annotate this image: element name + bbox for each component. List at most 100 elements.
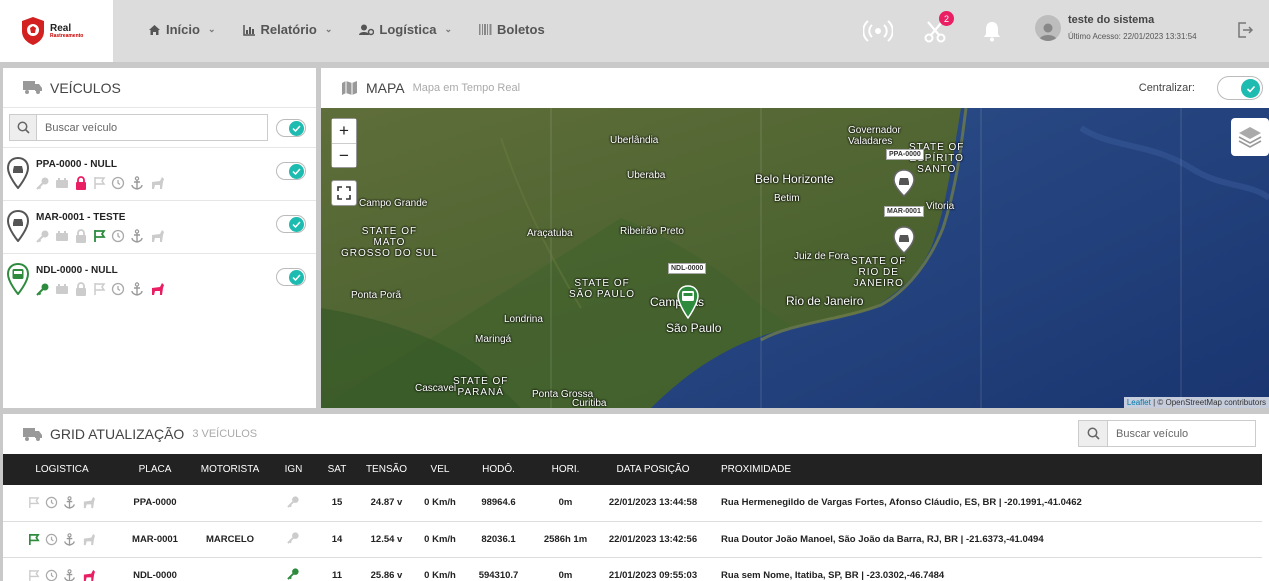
col-motorista[interactable]: MOTORISTA bbox=[189, 454, 271, 485]
nav-inicio[interactable]: Início ⌄ bbox=[148, 22, 216, 37]
col-proximidade[interactable]: PROXIMIDADE bbox=[707, 454, 1262, 485]
clock-history-icon bbox=[111, 176, 125, 190]
zoom-in-button[interactable]: + bbox=[332, 119, 356, 143]
sat-cell: 15 bbox=[316, 485, 358, 522]
main-nav: Início ⌄ Relatório ⌄ Logística ⌄ Boletos bbox=[148, 22, 572, 37]
battery-icon bbox=[56, 231, 68, 241]
select-all-toggle[interactable] bbox=[276, 118, 306, 137]
leaflet-link[interactable]: Leaflet bbox=[1127, 398, 1151, 407]
sat-cell: 14 bbox=[316, 521, 358, 558]
brand-logo[interactable]: Real Rastreamento bbox=[0, 0, 113, 62]
fullscreen-button[interactable] bbox=[331, 180, 357, 206]
vehicle-search-input[interactable] bbox=[37, 114, 268, 141]
nav-relatorio[interactable]: Relatório ⌄ bbox=[242, 22, 333, 37]
vehicle-name: MAR-0001 - TESTE bbox=[36, 212, 126, 223]
map-panel-title: MAPA bbox=[366, 80, 405, 96]
marker-tag: NDL-0000 bbox=[668, 263, 707, 274]
table-row[interactable]: MAR-0001 MARCELO 14 12.54 v 0 Km/h 82036… bbox=[3, 521, 1262, 558]
map-label: Ponta Porã bbox=[351, 290, 402, 301]
brand-tagline: Rastreamento bbox=[50, 32, 84, 39]
anchor-icon bbox=[64, 496, 75, 509]
map-label: Londrina bbox=[504, 314, 543, 325]
user-name: teste do sistema bbox=[1068, 14, 1155, 26]
car-marker-icon[interactable] bbox=[892, 226, 916, 254]
col-ign[interactable]: IGN bbox=[271, 454, 316, 485]
clock-history-icon bbox=[45, 497, 58, 509]
truck-icon bbox=[23, 427, 42, 441]
bus-marker-icon[interactable] bbox=[676, 285, 700, 319]
map-panel-subtitle: Mapa em Tempo Real bbox=[412, 82, 521, 94]
check-icon bbox=[292, 168, 301, 176]
search-button[interactable] bbox=[1078, 420, 1108, 447]
top-navbar: Real Rastreamento Início ⌄ Relatório ⌄ L… bbox=[0, 0, 1269, 62]
chart-icon bbox=[242, 24, 255, 36]
proximidade-cell: Rua Doutor João Manoel, São João da Barr… bbox=[707, 521, 1262, 558]
notification-badge: 2 bbox=[939, 11, 954, 26]
nav-logistica[interactable]: Logística ⌄ bbox=[359, 22, 452, 37]
vehicles-panel: VEÍCULOS PPA-0000 - NULL bbox=[3, 68, 316, 408]
horse-icon bbox=[152, 177, 164, 189]
search-button[interactable] bbox=[9, 114, 37, 141]
vehicle-search-row bbox=[3, 108, 316, 148]
vehicle-list-item[interactable]: PPA-0000 - NULL bbox=[3, 148, 316, 201]
map-label: Juiz de Fora bbox=[794, 251, 850, 262]
satellite-map[interactable]: Uberlândia Uberaba Governador Valadares … bbox=[321, 108, 1269, 408]
logistica-cell bbox=[3, 521, 121, 558]
lion-shield-icon bbox=[22, 17, 44, 45]
col-sat[interactable]: SAT bbox=[316, 454, 358, 485]
vehicle-visibility-toggle[interactable] bbox=[276, 268, 306, 286]
grid-search-input[interactable] bbox=[1108, 420, 1256, 447]
map-label: Campo Grande bbox=[359, 198, 428, 209]
logistica-cell bbox=[3, 485, 121, 522]
battery-icon bbox=[56, 178, 68, 188]
user-gear-icon bbox=[359, 24, 375, 35]
horse-icon bbox=[152, 283, 164, 295]
vehicle-status-icons bbox=[36, 229, 316, 243]
motorista-cell: MARCELO bbox=[189, 521, 271, 558]
center-label: Centralizar: bbox=[1138, 82, 1195, 94]
col-data-posicao[interactable]: DATA POSIÇÃO bbox=[599, 454, 707, 485]
vehicle-list-item[interactable]: NDL-0000 - NULL bbox=[3, 254, 316, 307]
grid-panel-title: GRID ATUALIZAÇÃO bbox=[50, 426, 185, 442]
vehicle-visibility-toggle[interactable] bbox=[276, 162, 306, 180]
user-menu[interactable]: teste do sistema Último Acesso: 22/01/20… bbox=[1035, 14, 1197, 41]
marker-tag: MAR-0001 bbox=[884, 206, 924, 217]
signal-button[interactable] bbox=[863, 14, 893, 48]
map-label: Araçatuba bbox=[527, 228, 573, 239]
logout-button[interactable] bbox=[1237, 21, 1254, 44]
vehicle-list-item[interactable]: MAR-0001 - TESTE bbox=[3, 201, 316, 254]
nav-boletos-label: Boletos bbox=[497, 22, 545, 37]
col-hori[interactable]: HORI. bbox=[532, 454, 599, 485]
motorista-cell bbox=[189, 485, 271, 522]
zoom-out-button[interactable]: − bbox=[332, 143, 356, 167]
search-icon bbox=[17, 121, 30, 134]
layers-button[interactable] bbox=[1231, 118, 1269, 156]
layers-icon bbox=[1238, 127, 1262, 148]
attribution-text: | © OpenStreetMap contributors bbox=[1150, 398, 1266, 407]
col-vel[interactable]: VEL bbox=[415, 454, 465, 485]
map-state-label: STATE OF MATO GROSSO DO SUL bbox=[341, 226, 438, 259]
lock-icon bbox=[76, 282, 86, 296]
col-tensao[interactable]: TENSÃO bbox=[358, 454, 415, 485]
table-row[interactable]: PPA-0000 15 24.87 v 0 Km/h 98964.6 0m 22… bbox=[3, 485, 1262, 522]
nav-boletos[interactable]: Boletos bbox=[479, 22, 545, 37]
table-row[interactable]: NDL-0000 11 25.86 v 0 Km/h 594310.7 0m 2… bbox=[3, 557, 1262, 581]
hodo-cell: 82036.1 bbox=[465, 521, 532, 558]
col-logistica[interactable]: LOGISTICA bbox=[3, 454, 121, 485]
col-hodo[interactable]: HODÔ. bbox=[465, 454, 532, 485]
chevron-down-icon: ⌄ bbox=[324, 24, 333, 34]
chevron-down-icon: ⌄ bbox=[444, 24, 453, 34]
horse-icon bbox=[83, 497, 95, 509]
map-state-label: STATE OF SÃO PAULO bbox=[569, 278, 636, 300]
col-placa[interactable]: PLACA bbox=[121, 454, 189, 485]
car-pin-icon bbox=[7, 210, 29, 242]
car-marker-icon[interactable] bbox=[892, 169, 916, 197]
hori-cell: 2586h 1m bbox=[532, 521, 599, 558]
avatar bbox=[1035, 14, 1061, 41]
vehicle-count: 3 VEÍCULOS bbox=[192, 428, 258, 440]
center-map-toggle[interactable] bbox=[1217, 76, 1263, 100]
alerts-button[interactable] bbox=[977, 14, 1007, 48]
tools-button[interactable]: 2 bbox=[920, 11, 954, 48]
zoom-control: + − bbox=[331, 118, 357, 168]
vehicle-visibility-toggle[interactable] bbox=[276, 215, 306, 233]
